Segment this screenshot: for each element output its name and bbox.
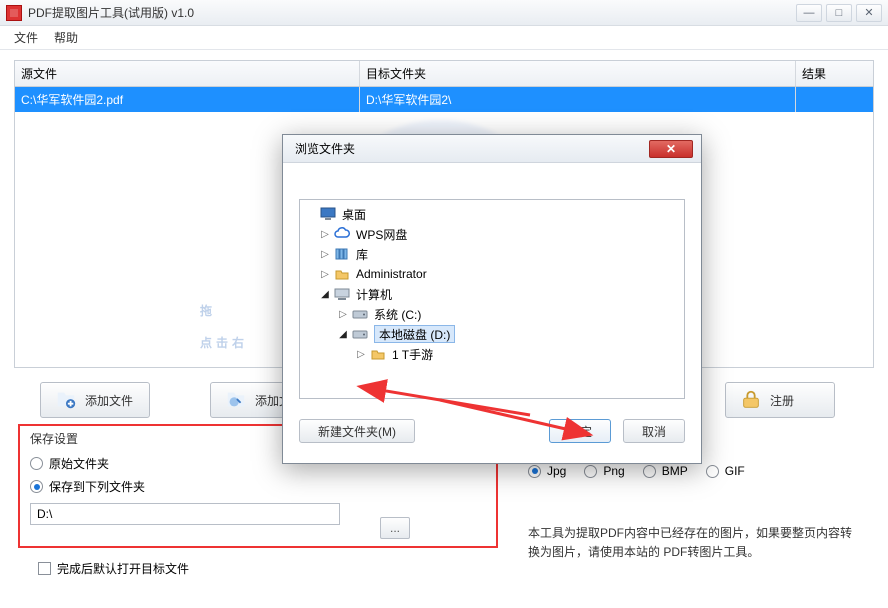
watermark-line2: 点击右 (200, 336, 248, 350)
radio-icon (30, 457, 43, 470)
tree-drive-c[interactable]: ▷ 系统 (C:) (302, 304, 682, 324)
browse-button[interactable]: ... (380, 517, 410, 539)
radio-custom-folder[interactable]: 保存到下列文件夹 (30, 478, 486, 495)
cell-source: C:\华军软件园2.pdf (15, 87, 360, 112)
user-icon (334, 266, 350, 282)
tree-library[interactable]: ▷ 库 (302, 244, 682, 264)
format-radios: Jpg Png BMP GIF (528, 464, 745, 478)
expand-icon[interactable]: ▷ (320, 229, 330, 240)
expand-icon[interactable]: ▷ (320, 269, 330, 280)
format-bmp-label: BMP (662, 464, 688, 478)
minimize-button[interactable]: — (796, 4, 822, 22)
folder-icon (370, 346, 386, 362)
add-folder-icon (225, 389, 247, 411)
collapse-icon[interactable]: ◢ (338, 329, 348, 340)
dialog-body: 桌面 ▷ WPS网盘 ▷ 库 ▷ Administrator (283, 163, 701, 409)
tree-label: Administrator (356, 267, 427, 281)
drive-icon (352, 326, 368, 342)
tree-label: 计算机 (356, 286, 392, 303)
tree-label: 桌面 (342, 206, 366, 223)
format-gif-label: GIF (725, 464, 745, 478)
main-window: PDF提取图片工具(试用版) v1.0 — □ ✕ 文件 帮助 拖 点击右 源文… (0, 0, 888, 608)
radio-icon (584, 465, 597, 478)
save-path-input[interactable] (30, 503, 340, 525)
expand-icon[interactable]: ▷ (320, 249, 330, 260)
library-icon (334, 246, 350, 262)
tree-label: WPS网盘 (356, 226, 407, 243)
radio-icon (643, 465, 656, 478)
dialog-button-row: 新建文件夹(M) 确定 取消 (283, 409, 701, 455)
folder-tree[interactable]: 桌面 ▷ WPS网盘 ▷ 库 ▷ Administrator (299, 199, 685, 399)
ok-button[interactable]: 确定 (549, 419, 611, 443)
menu-help[interactable]: 帮助 (54, 29, 78, 46)
col-header-target[interactable]: 目标文件夹 (360, 61, 796, 86)
radio-original-label: 原始文件夹 (49, 455, 109, 472)
tree-admin[interactable]: ▷ Administrator (302, 264, 682, 284)
add-file-label: 添加文件 (85, 392, 133, 409)
tree-folder-game[interactable]: ▷ 1 T手游 (302, 344, 682, 364)
app-icon (6, 5, 22, 21)
tree-computer[interactable]: ◢ 计算机 (302, 284, 682, 304)
register-icon (740, 389, 762, 411)
tree-drive-d[interactable]: ◢ 本地磁盘 (D:) (302, 324, 682, 344)
cloud-icon (334, 226, 350, 242)
dialog-title: 浏览文件夹 (295, 140, 355, 157)
open-after-done[interactable]: 完成后默认打开目标文件 (38, 560, 189, 577)
cell-result (796, 87, 873, 112)
tree-label: 1 T手游 (392, 346, 433, 363)
expand-icon[interactable]: ▷ (338, 309, 348, 320)
watermark-text: 拖 点击右 (200, 290, 248, 354)
add-file-button[interactable]: 添加文件 (40, 382, 150, 418)
format-jpg-label: Jpg (547, 464, 566, 478)
dialog-close-button[interactable]: ✕ (649, 140, 693, 158)
table-row[interactable]: C:\华军软件园2.pdf D:\华军软件园2\ (15, 87, 873, 112)
checkbox-icon (38, 562, 51, 575)
tree-label: 库 (356, 246, 368, 263)
tree-label-selected: 本地磁盘 (D:) (374, 325, 455, 343)
tree-desktop[interactable]: 桌面 (302, 204, 682, 224)
format-jpg[interactable]: Jpg (528, 464, 566, 478)
browse-folder-dialog: 浏览文件夹 ✕ 桌面 ▷ WPS网盘 ▷ 库 (282, 134, 702, 464)
tree-wps[interactable]: ▷ WPS网盘 (302, 224, 682, 244)
format-gif[interactable]: GIF (706, 464, 745, 478)
radio-icon (528, 465, 541, 478)
format-png-label: Png (603, 464, 624, 478)
computer-icon (334, 286, 350, 302)
description-text: 本工具为提取PDF内容中已经存在的图片，如果要整页内容转换为图片，请使用本站的 … (528, 524, 858, 562)
menubar: 文件 帮助 (0, 26, 888, 50)
format-png[interactable]: Png (584, 464, 624, 478)
radio-custom-label: 保存到下列文件夹 (49, 478, 145, 495)
drive-icon (352, 306, 368, 322)
add-file-icon (55, 389, 77, 411)
window-controls: — □ ✕ (796, 4, 882, 22)
col-header-result[interactable]: 结果 (796, 61, 873, 86)
watermark-line1: 拖 (200, 304, 216, 318)
tree-label: 系统 (C:) (374, 306, 421, 323)
window-title: PDF提取图片工具(试用版) v1.0 (28, 4, 796, 21)
col-header-source[interactable]: 源文件 (15, 61, 360, 86)
collapse-icon[interactable]: ◢ (320, 289, 330, 300)
register-button[interactable]: 注册 (725, 382, 835, 418)
maximize-button[interactable]: □ (826, 4, 852, 22)
open-after-label: 完成后默认打开目标文件 (57, 560, 189, 577)
table-header: 源文件 目标文件夹 结果 (15, 61, 873, 87)
menu-file[interactable]: 文件 (14, 29, 38, 46)
expand-icon[interactable]: ▷ (356, 349, 366, 360)
close-button[interactable]: ✕ (856, 4, 882, 22)
radio-icon (706, 465, 719, 478)
dialog-titlebar: 浏览文件夹 ✕ (283, 135, 701, 163)
format-bmp[interactable]: BMP (643, 464, 688, 478)
desktop-icon (320, 206, 336, 222)
cell-target: D:\华军软件园2\ (360, 87, 796, 112)
radio-icon (30, 480, 43, 493)
new-folder-button[interactable]: 新建文件夹(M) (299, 419, 415, 443)
register-label: 注册 (770, 392, 794, 409)
titlebar: PDF提取图片工具(试用版) v1.0 — □ ✕ (0, 0, 888, 26)
cancel-button[interactable]: 取消 (623, 419, 685, 443)
